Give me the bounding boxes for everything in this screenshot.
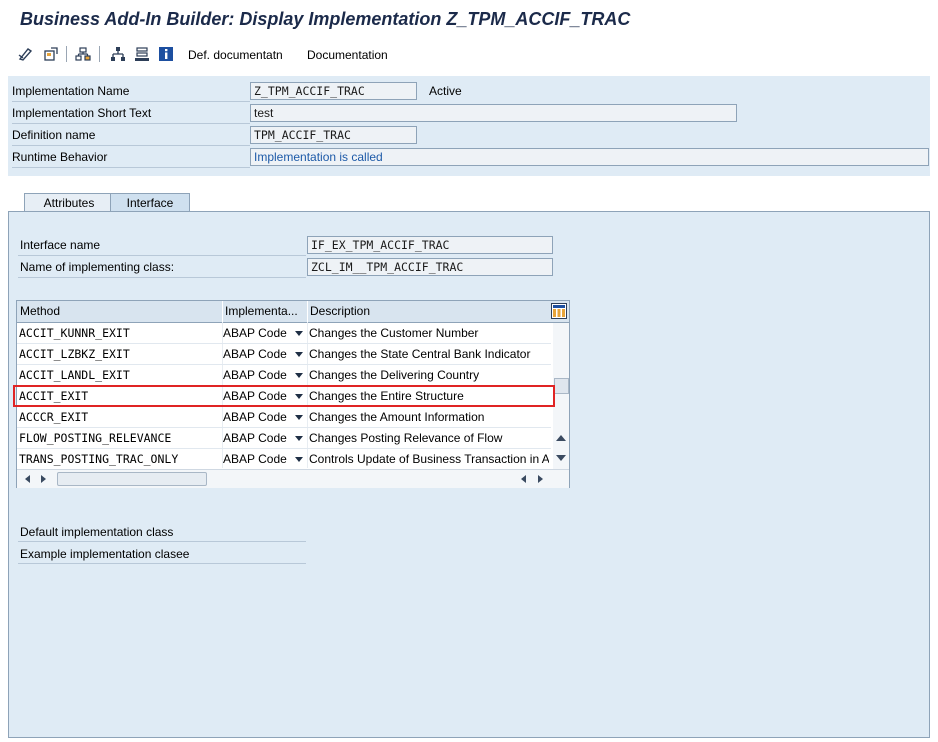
vertical-scrollbar[interactable] xyxy=(553,323,569,469)
description-cell: Changes the Amount Information xyxy=(309,410,485,424)
divider xyxy=(18,277,306,278)
implementing-class-label: Name of implementing class: xyxy=(20,260,175,274)
tab-attributes[interactable]: Attributes xyxy=(24,193,114,213)
header-panel: Implementation Name Z_TPM_ACCIF_TRAC Act… xyxy=(8,76,930,176)
interface-name-field[interactable]: IF_EX_TPM_ACCIF_TRAC xyxy=(307,236,553,254)
impl-name-field[interactable]: Z_TPM_ACCIF_TRAC xyxy=(250,82,417,100)
selected-row-highlight xyxy=(13,385,555,407)
scroll-left-icon[interactable] xyxy=(521,475,526,483)
tab-interface[interactable]: Interface xyxy=(110,193,190,213)
implementing-class-field[interactable]: ZCL_IM__TPM_ACCIF_TRAC xyxy=(307,258,553,276)
table-row[interactable]: ACCIT_KUNNR_EXIT ABAP Code Changes the C… xyxy=(17,323,551,344)
def-documentation-button[interactable]: Def. documentatn xyxy=(188,48,283,62)
description-cell: Changes the Customer Number xyxy=(309,326,479,340)
implementation-cell[interactable]: ABAP Code xyxy=(223,431,305,445)
other-object-icon[interactable] xyxy=(42,45,60,63)
example-class-label: Example implementation clasee xyxy=(20,547,190,561)
documentation-button[interactable]: Documentation xyxy=(307,48,388,62)
stack-icon[interactable] xyxy=(133,45,151,63)
description-cell: Changes the State Central Bank Indicator xyxy=(309,347,531,361)
table-row[interactable]: ACCCR_EXIT ABAP Code Changes the Amount … xyxy=(17,407,551,428)
toolbar-separator xyxy=(66,46,67,62)
status-text: Active xyxy=(429,84,462,98)
scroll-down-icon[interactable] xyxy=(556,455,566,461)
implementation-cell[interactable]: ABAP Code xyxy=(223,368,305,382)
method-cell[interactable]: FLOW_POSTING_RELEVANCE xyxy=(19,431,221,445)
table-row[interactable]: TRANS_POSTING_TRAC_ONLY ABAP Code Contro… xyxy=(17,449,551,470)
edit-toggle-icon[interactable] xyxy=(17,45,35,63)
horizontal-scrollbar[interactable] xyxy=(17,469,569,488)
runtime-field[interactable]: Implementation is called xyxy=(250,148,929,166)
dropdown-arrow-icon[interactable] xyxy=(295,415,303,420)
divider xyxy=(12,123,250,124)
column-separator[interactable] xyxy=(307,301,308,322)
method-cell[interactable]: ACCCR_EXIT xyxy=(19,410,221,424)
method-cell[interactable]: ACCIT_LZBKZ_EXIT xyxy=(19,347,221,361)
tree-icon[interactable] xyxy=(109,45,127,63)
method-cell[interactable]: ACCIT_LANDL_EXIT xyxy=(19,368,221,382)
def-name-field[interactable]: TPM_ACCIF_TRAC xyxy=(250,126,417,144)
divider xyxy=(18,255,306,256)
dropdown-arrow-icon[interactable] xyxy=(295,352,303,357)
short-text-field[interactable]: test xyxy=(250,104,737,122)
table-row[interactable]: ACCIT_LANDL_EXIT ABAP Code Changes the D… xyxy=(17,365,551,386)
method-cell[interactable]: ACCIT_KUNNR_EXIT xyxy=(19,326,221,340)
scroll-up-icon[interactable] xyxy=(556,435,566,441)
column-header-method[interactable]: Method xyxy=(20,304,220,318)
divider xyxy=(12,167,250,168)
divider xyxy=(12,145,250,146)
implementation-cell[interactable]: ABAP Code xyxy=(223,326,305,340)
description-cell: Controls Update of Business Transaction … xyxy=(309,452,549,466)
method-cell[interactable]: TRANS_POSTING_TRAC_ONLY xyxy=(19,452,221,466)
scroll-right-icon[interactable] xyxy=(41,475,46,483)
divider xyxy=(18,563,306,564)
scrollbar-thumb[interactable] xyxy=(554,378,569,394)
divider xyxy=(12,101,250,102)
short-text-label: Implementation Short Text xyxy=(12,106,152,120)
window-title: Business Add-In Builder: Display Impleme… xyxy=(20,9,631,29)
column-separator[interactable] xyxy=(222,301,223,322)
column-header-description[interactable]: Description xyxy=(310,304,540,318)
def-name-label: Definition name xyxy=(12,128,96,142)
table-row[interactable]: FLOW_POSTING_RELEVANCE ABAP Code Changes… xyxy=(17,428,551,449)
column-header-implementation[interactable]: Implementa... xyxy=(225,304,307,318)
implementation-cell[interactable]: ABAP Code xyxy=(223,347,305,361)
implementation-cell[interactable]: ABAP Code xyxy=(223,452,305,466)
info-icon[interactable] xyxy=(157,45,175,63)
scrollbar-thumb[interactable] xyxy=(57,472,207,486)
impl-name-label: Implementation Name xyxy=(12,84,130,98)
toolbar-separator xyxy=(99,46,100,62)
dropdown-arrow-icon[interactable] xyxy=(295,373,303,378)
description-cell: Changes the Delivering Country xyxy=(309,368,480,382)
description-cell: Changes Posting Relevance of Flow xyxy=(309,431,503,445)
divider xyxy=(18,541,306,542)
scroll-left-icon[interactable] xyxy=(25,475,30,483)
dropdown-arrow-icon[interactable] xyxy=(295,436,303,441)
table-row[interactable]: ACCIT_LZBKZ_EXIT ABAP Code Changes the S… xyxy=(17,344,551,365)
dropdown-arrow-icon[interactable] xyxy=(295,457,303,462)
scroll-right-icon[interactable] xyxy=(538,475,543,483)
table-header: Method Implementa... Description xyxy=(17,301,569,323)
dropdown-arrow-icon[interactable] xyxy=(295,331,303,336)
implementation-cell[interactable]: ABAP Code xyxy=(223,410,305,424)
column-config-icon[interactable] xyxy=(551,303,567,319)
default-class-label: Default implementation class xyxy=(20,525,174,539)
hierarchy-icon[interactable] xyxy=(74,45,92,63)
runtime-label: Runtime Behavior xyxy=(12,150,108,164)
interface-name-label: Interface name xyxy=(20,238,101,252)
